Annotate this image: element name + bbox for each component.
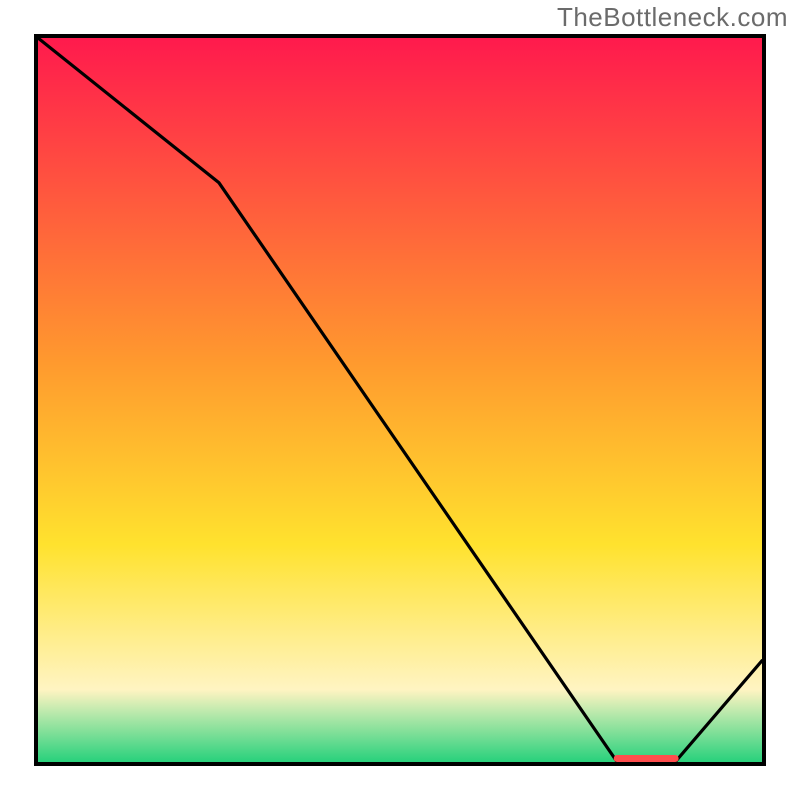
chart-frame: [34, 34, 766, 766]
page-root: TheBottleneck.com: [0, 0, 800, 800]
chart-svg: [38, 38, 762, 762]
watermark-text: TheBottleneck.com: [557, 2, 788, 33]
gradient-background: [38, 38, 762, 762]
